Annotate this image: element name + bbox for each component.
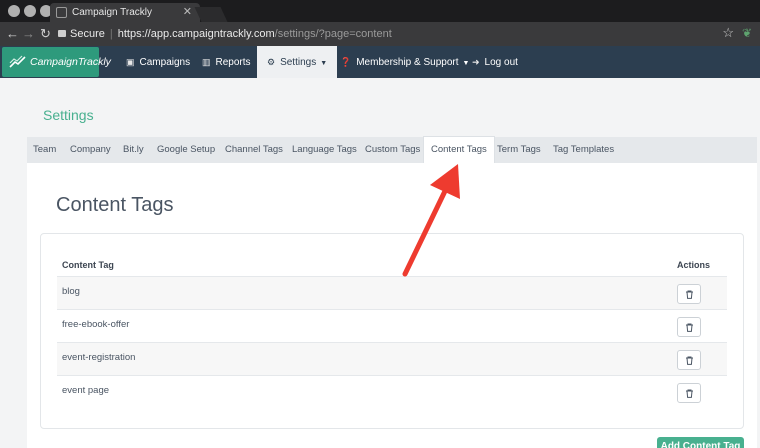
secure-label: Secure <box>70 28 105 40</box>
brand-logo-text: CampaignTrackly <box>30 56 111 68</box>
nav-logout[interactable]: ➜ Log out <box>472 46 518 78</box>
nav-campaigns-label: Campaigns <box>139 57 191 68</box>
nav-reports[interactable]: ▥ Reports <box>202 46 251 78</box>
tab-close-icon[interactable]: ✕ <box>183 3 192 22</box>
bar-chart-icon: ▥ <box>202 57 211 67</box>
browser-toolbar: ← → ↻ Secure | https://app.campaigntrackly… <box>0 22 760 46</box>
page-title: Settings <box>43 107 94 123</box>
logo-mark-icon <box>9 55 26 68</box>
table-row: free-ebook-offer <box>57 309 727 342</box>
tab-content-tags[interactable]: Content Tags <box>423 136 495 163</box>
tab-tag-templates[interactable]: Tag Templates <box>553 137 614 163</box>
trash-icon <box>686 389 693 398</box>
tab-company[interactable]: Company <box>70 137 111 163</box>
reload-icon[interactable]: ↻ <box>40 26 51 42</box>
extension-icon[interactable]: ❦ <box>742 26 752 40</box>
tab-channel-tags[interactable]: Channel Tags <box>225 137 283 163</box>
sign-out-icon: ➜ <box>472 57 480 67</box>
column-header-content-tag: Content Tag <box>62 260 114 270</box>
nav-membership-support[interactable]: ❓ Membership & Support ▼ <box>340 46 469 78</box>
nav-campaigns[interactable]: ▣ Campaigns <box>126 46 190 78</box>
add-content-tag-button[interactable]: Add Content Tag <box>657 437 744 448</box>
question-icon: ❓ <box>340 57 352 67</box>
browser-titlebar: Campaign Trackly ✕ <box>0 0 760 22</box>
app-navbar: CampaignTrackly ▣ Campaigns ▥ Reports ⚙ Set… <box>0 46 760 78</box>
tab-bitly[interactable]: Bit.ly <box>123 137 144 163</box>
tab-custom-tags[interactable]: Custom Tags <box>365 137 420 163</box>
tab-language-tags[interactable]: Language Tags <box>292 137 357 163</box>
nav-reports-label: Reports <box>215 57 251 68</box>
nav-logout-label: Log out <box>484 57 518 68</box>
brand-logo[interactable]: CampaignTrackly <box>2 47 111 77</box>
delete-button[interactable] <box>677 317 701 337</box>
delete-button[interactable] <box>677 383 701 403</box>
tab-google-setup[interactable]: Google Setup <box>157 137 215 163</box>
briefcase-icon: ▣ <box>126 57 135 67</box>
address-bar[interactable]: Secure | https://app.campaigntrackly.com/s… <box>58 25 742 43</box>
content-tag-name: blog <box>62 286 80 297</box>
favicon-icon <box>56 7 67 18</box>
table-row: event-registration <box>57 342 727 375</box>
caret-down-icon: ▼ <box>462 60 470 67</box>
trash-icon <box>686 356 693 365</box>
browser-tab-title: Campaign Trackly <box>72 7 153 18</box>
back-icon[interactable]: ← <box>6 26 19 42</box>
url-path: /settings/?page=content <box>274 28 392 40</box>
section-title: Content Tags <box>56 194 174 216</box>
tab-term-tags[interactable]: Term Tags <box>497 137 541 163</box>
forward-icon[interactable]: → <box>22 26 35 42</box>
trash-icon <box>686 290 693 299</box>
content-tag-name: free-ebook-offer <box>62 319 130 330</box>
table-row: event page <box>57 375 727 408</box>
nav-settings[interactable]: ⚙ Settings ▼ <box>257 46 338 78</box>
tab-team[interactable]: Team <box>33 137 56 163</box>
nav-settings-label: Settings <box>280 57 317 68</box>
settings-tabs: Team Company Bit.ly Google Setup Channel… <box>27 136 757 163</box>
url-host: https://app.campaigntrackly.com <box>117 28 275 40</box>
table-row: blog <box>57 276 727 309</box>
delete-button[interactable] <box>677 284 701 304</box>
window-minimize-button[interactable] <box>24 5 36 17</box>
gears-icon: ⚙ <box>267 57 276 67</box>
bookmark-star-icon[interactable]: ☆ <box>722 25 734 41</box>
nav-membership-label: Membership & Support <box>356 57 459 68</box>
browser-tab[interactable]: Campaign Trackly ✕ <box>50 3 200 22</box>
caret-down-icon: ▼ <box>320 60 328 67</box>
content-tag-name: event page <box>62 385 110 396</box>
lock-icon <box>58 30 66 37</box>
column-header-actions: Actions <box>677 260 711 270</box>
window-close-button[interactable] <box>8 5 20 17</box>
trash-icon <box>686 323 693 332</box>
delete-button[interactable] <box>677 350 701 370</box>
content-tag-name: event-registration <box>62 352 136 363</box>
